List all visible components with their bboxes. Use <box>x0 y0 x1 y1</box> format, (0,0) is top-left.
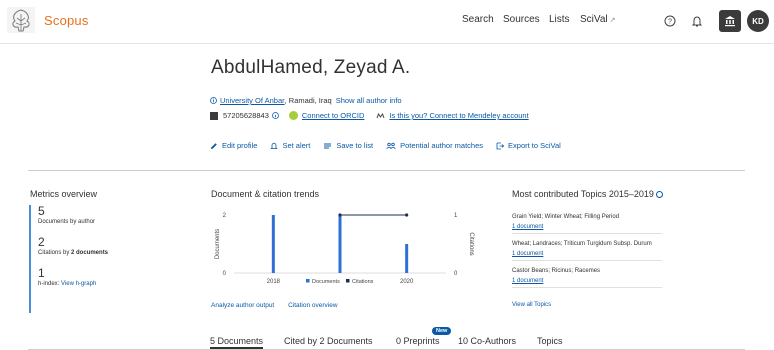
set-alert-label: Set alert <box>282 141 311 150</box>
tab-co-authors[interactable]: 10 Co-Authors <box>458 336 516 346</box>
x-axis-tick-label: 2020 <box>400 279 414 285</box>
external-link-icon: ↗ <box>609 17 616 24</box>
bell-icon[interactable] <box>687 11 707 31</box>
affiliation-row: University Of Anbar , Ramadi, Iraq Show … <box>210 96 402 105</box>
alert-bell-icon <box>270 142 279 149</box>
section-divider <box>28 170 745 171</box>
top-navigation-bar: Scopus Search Sources Lists SciVal ↗ ? KD <box>0 0 774 44</box>
connect-mendeley-link[interactable]: Is this you? Connect to Mendeley account <box>389 111 528 120</box>
document-citation-trends-chart: 0 2 0 1 Documents Citations 2018 2020 Documents C… <box>215 213 474 285</box>
save-to-list-button[interactable]: Save to list <box>323 141 373 150</box>
potential-author-matches-label: Potential author matches <box>400 141 484 150</box>
author-actions: Edit profile Set alert Save to list Pote… <box>210 141 574 150</box>
save-to-list-label: Save to list <box>336 141 374 150</box>
most-contributed-topics-title: Most contributed Topics 2015–2019 <box>512 189 663 199</box>
metrics-overview-panel: 5 Documents by author 2 Citations by 2 d… <box>29 205 179 313</box>
document-bar <box>338 215 342 273</box>
topic-document-count-link[interactable]: 1 document <box>512 224 712 230</box>
export-icon <box>496 142 505 149</box>
tab-preprints[interactable]: 0 Preprints <box>396 336 440 346</box>
nav-scival[interactable]: SciVal ↗ <box>580 14 615 25</box>
nav-scival-label: SciVal <box>580 14 608 25</box>
metrics-overview-title: Metrics overview <box>30 189 98 199</box>
view-h-graph-link[interactable]: View h-graph <box>61 281 96 287</box>
topic-item: Grain Yield; Winter Wheat; Filling Perio… <box>512 214 712 234</box>
topic-separator <box>512 233 662 234</box>
people-icon <box>386 142 396 149</box>
citations-count: 2 <box>38 235 45 249</box>
left-axis-title: Documents <box>215 229 221 259</box>
topic-name: Wheat; Landraces; Triticum Turgidum Subs… <box>512 241 652 247</box>
topics-info-icon[interactable] <box>655 191 663 199</box>
nav-lists[interactable]: Lists <box>549 14 570 25</box>
h-index-label: h-index: View h-graph <box>38 281 97 287</box>
legend-label: Documents <box>312 279 340 285</box>
info-icon <box>210 97 217 104</box>
legend-swatch <box>306 279 310 283</box>
affiliation-location: , Ramadi, Iraq <box>284 96 332 105</box>
export-to-scival-button[interactable]: Export to SciVal <box>496 141 561 150</box>
topic-name: Grain Yield; Winter Wheat; Filling Perio… <box>512 214 620 220</box>
documents-count-label: Documents by author <box>38 219 96 225</box>
list-icon <box>324 143 332 148</box>
elsevier-tree-logo[interactable] <box>6 6 36 34</box>
topic-separator <box>512 287 662 288</box>
topic-item: Castor Beans; Ricinus; Racemes 1 documen… <box>512 268 712 288</box>
right-axis-tick-label: 0 <box>454 271 458 277</box>
right-axis-tick-label: 1 <box>454 213 458 219</box>
topic-item: Wheat; Landraces; Triticum Turgidum Subs… <box>512 241 712 261</box>
mendeley-icon <box>376 112 385 118</box>
documents-count: 5 <box>38 204 45 218</box>
tab-documents[interactable]: 5 Documents <box>210 336 264 349</box>
svg-text:?: ? <box>668 19 672 26</box>
edit-profile-button[interactable]: Edit profile <box>210 141 257 150</box>
author-name: AbdulHamed, Zeyad A. <box>211 57 411 78</box>
institution-icon[interactable] <box>719 10 741 32</box>
id-info-icon <box>272 112 279 119</box>
document-citation-trends-title: Document & citation trends <box>211 189 320 199</box>
orcid-icon <box>288 111 298 120</box>
analyze-author-output-link[interactable]: Analyze author output <box>211 302 274 309</box>
left-axis-tick-label: 2 <box>223 213 227 219</box>
citation-point <box>405 213 409 217</box>
nav-search[interactable]: Search <box>462 14 494 25</box>
topic-name: Castor Beans; Ricinus; Racemes <box>512 268 601 274</box>
nav-sources[interactable]: Sources <box>503 14 540 25</box>
legend-label: Citations <box>352 279 374 285</box>
legend-swatch <box>346 279 350 283</box>
show-all-author-info-link[interactable]: Show all author info <box>336 96 402 105</box>
scopus-author-id: 57205628843 <box>223 111 269 120</box>
citation-overview-link[interactable]: Citation overview <box>288 302 338 309</box>
new-badge: New <box>432 327 452 335</box>
edit-profile-label: Edit profile <box>222 141 258 150</box>
scopus-brand[interactable]: Scopus <box>44 13 89 28</box>
chart-links: Analyze author output Citation overview <box>211 302 338 309</box>
x-axis-tick-label: 2018 <box>267 279 281 285</box>
connect-orcid-link[interactable]: Connect to ORCID <box>302 111 365 120</box>
h-index-value: 1 <box>38 266 45 280</box>
right-axis-title: Citations <box>468 232 474 255</box>
topic-separator <box>512 260 662 261</box>
set-alert-button[interactable]: Set alert <box>270 141 310 150</box>
left-axis-tick-label: 0 <box>223 271 227 277</box>
citation-point <box>338 213 342 217</box>
tab-cited-by[interactable]: Cited by 2 Documents <box>284 336 373 346</box>
potential-author-matches-button[interactable]: Potential author matches <box>386 141 483 150</box>
affiliation-link[interactable]: University Of Anbar <box>220 96 285 105</box>
citations-count-label: Citations by 2 documents <box>38 250 109 256</box>
export-to-scival-label: Export to SciVal <box>508 141 561 150</box>
user-avatar[interactable]: KD <box>747 10 769 32</box>
view-all-topics-link[interactable]: View all Topics <box>512 302 551 308</box>
tab-topics[interactable]: Topics <box>537 336 563 346</box>
topic-document-count-link[interactable]: 1 document <box>512 278 712 284</box>
document-bar <box>271 215 275 273</box>
document-bar <box>405 244 409 273</box>
topic-document-count-link[interactable]: 1 document <box>512 251 712 257</box>
identifier-row: 57205628843 Connect to ORCID Is this you… <box>210 111 529 120</box>
scopus-id-icon <box>210 111 218 120</box>
help-icon[interactable]: ? <box>660 11 680 31</box>
pencil-icon <box>211 142 217 149</box>
